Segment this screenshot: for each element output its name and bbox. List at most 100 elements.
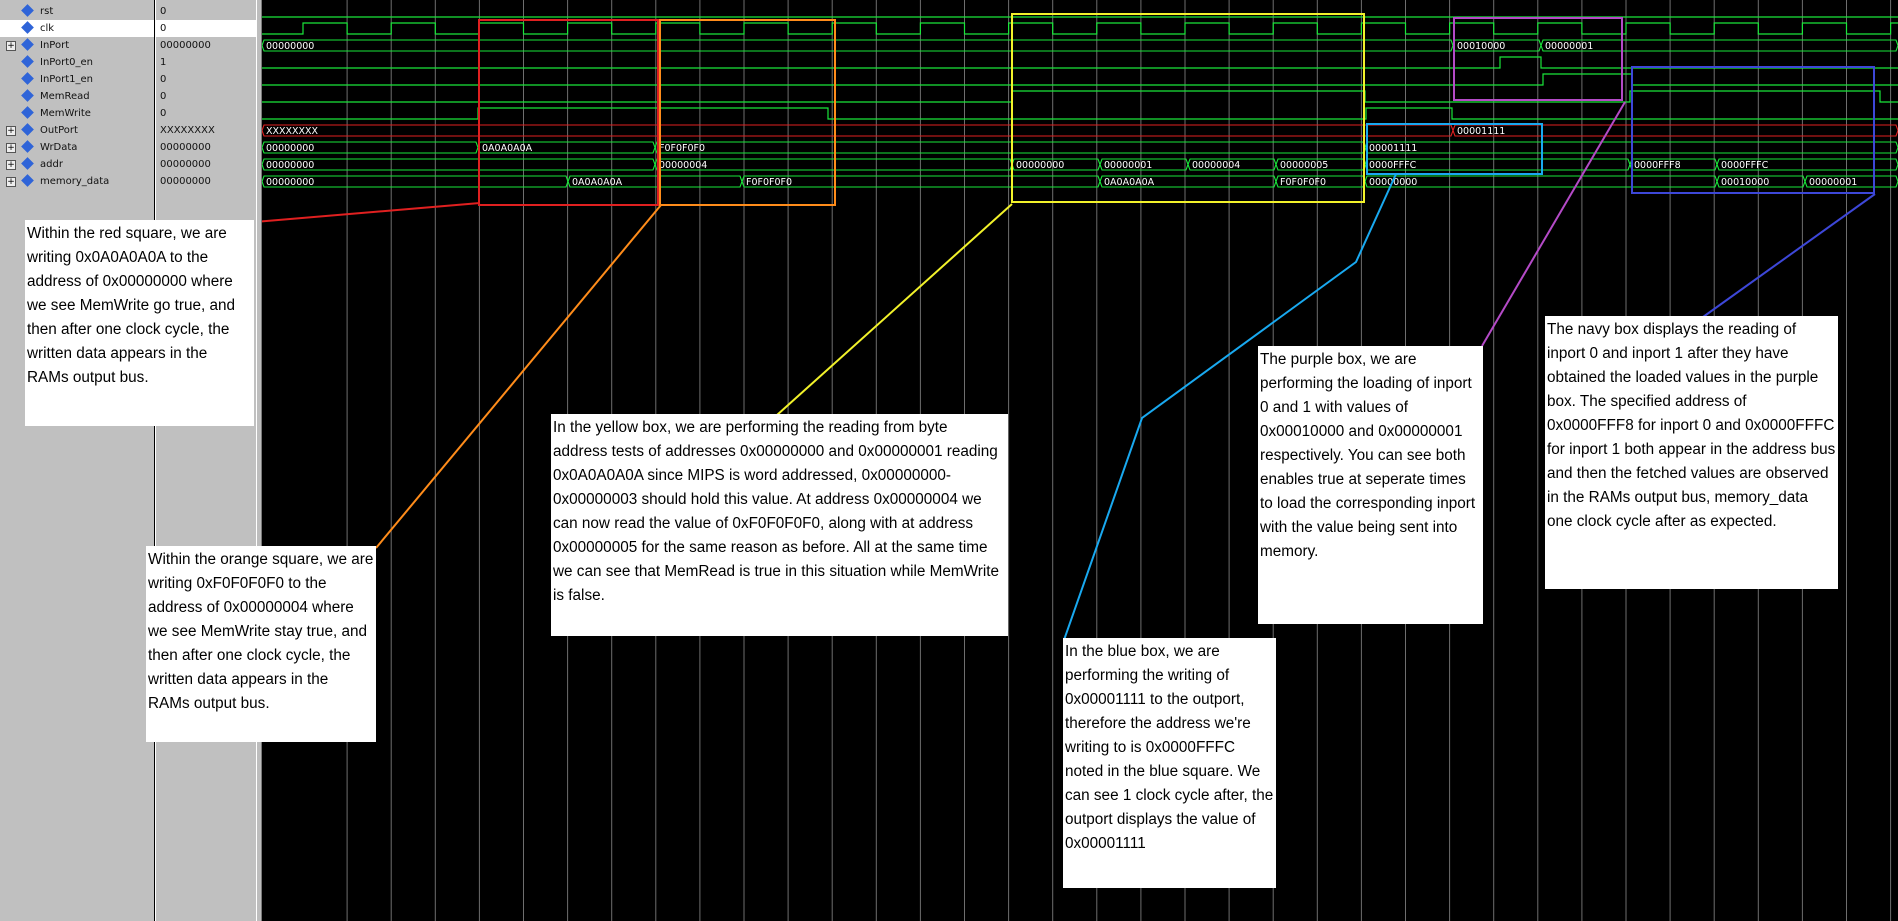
signal-row-InPort0_en[interactable]: InPort0_en — [0, 54, 154, 71]
signal-diamond-icon — [21, 174, 34, 187]
yellow-highlight-box — [1011, 13, 1365, 203]
signal-row-InPort[interactable]: + InPort — [0, 37, 154, 54]
navy-box-note: The navy box displays the reading of inp… — [1545, 316, 1838, 589]
signal-row-WrData[interactable]: + WrData — [0, 139, 154, 156]
bus-value-label: 0A0A0A0A — [572, 177, 623, 188]
blue-box-note: In the blue box, we are performing the w… — [1063, 638, 1276, 888]
bus-value-label: F0F0F0F0 — [1280, 177, 1326, 188]
signal-value-row[interactable]: 00000000 — [156, 156, 257, 173]
bus-value-label: 0000FFF8 — [1634, 160, 1681, 171]
signal-diamond-icon — [21, 123, 34, 136]
bus-segment — [654, 158, 1013, 171]
signal-value-row[interactable]: 0 — [156, 20, 257, 37]
signal-diamond-icon — [21, 140, 34, 153]
bus-value-label: 00000005 — [1280, 160, 1328, 171]
bus-value-label: 00000004 — [1192, 160, 1240, 171]
signal-trace — [262, 107, 1898, 120]
signal-value-row[interactable]: XXXXXXXX — [156, 122, 257, 139]
signal-name: addr — [40, 159, 63, 170]
signal-name: MemRead — [40, 91, 90, 102]
bus-segment — [262, 39, 1454, 52]
bus-value-label: 0000FFFC — [1721, 160, 1769, 171]
signal-name: InPort0_en — [40, 57, 93, 68]
signal-row-addr[interactable]: + addr — [0, 156, 154, 173]
red-leader-line — [262, 202, 481, 223]
bus-value-label: 00001111 — [1369, 143, 1417, 154]
bus-value-label: 00000000 — [266, 143, 314, 154]
signal-trace — [262, 73, 1898, 86]
signal-value-row[interactable]: 00000000 — [156, 37, 257, 54]
signal-value: 0 — [160, 74, 167, 85]
bus-value-label: 0000FFFC — [1369, 160, 1417, 171]
bus-value-label: 0A0A0A0A — [1104, 177, 1155, 188]
bus-value-label: F0F0F0F0 — [659, 143, 705, 154]
bus-segment — [262, 158, 656, 171]
purple-box-note: The purple box, we are performing the lo… — [1258, 346, 1483, 624]
signal-value-row[interactable]: 00000000 — [156, 173, 257, 190]
signal-row-InPort1_en[interactable]: InPort1_en — [0, 71, 154, 88]
signal-value: 0 — [160, 23, 167, 34]
yellow-leader-line — [776, 203, 1013, 416]
signal-value: 00000000 — [160, 142, 211, 153]
signal-value: 00000000 — [160, 176, 211, 187]
bus-value-label: F0F0F0F0 — [746, 177, 792, 188]
signal-value: 1 — [160, 57, 167, 68]
bus-value-label: 00001111 — [1457, 126, 1505, 137]
signal-row-clk[interactable]: clk — [0, 20, 154, 37]
bus-value-label: 0A0A0A0A — [482, 143, 533, 154]
signal-value: 00000000 — [160, 159, 211, 170]
signal-value-panel: 0 0 00000000 1 0 0 0 XXXXXXXX 00000000 00000000 00… — [155, 0, 257, 921]
expand-icon[interactable]: + — [6, 143, 16, 153]
signal-value: 00000000 — [160, 40, 211, 51]
signal-name: memory_data — [40, 176, 110, 187]
signal-diamond-icon — [21, 38, 34, 51]
signal-row-memory_data[interactable]: + memory_data — [0, 173, 154, 190]
signal-diamond-icon — [21, 106, 34, 119]
signal-row-MemWrite[interactable]: MemWrite — [0, 105, 154, 122]
signal-row-rst[interactable]: rst — [0, 3, 154, 20]
bus-value-label: 00010000 — [1457, 41, 1505, 52]
signal-diamond-icon — [21, 157, 34, 170]
signal-trace — [262, 90, 1898, 103]
bus-segment — [1452, 124, 1898, 137]
signal-value-row[interactable]: 0 — [156, 88, 257, 105]
bus-value-label: 00000001 — [1809, 177, 1857, 188]
signal-value-row[interactable]: 00000000 — [156, 139, 257, 156]
bus-value-label: 00000001 — [1545, 41, 1593, 52]
expand-icon[interactable]: + — [6, 160, 16, 170]
signal-diamond-icon — [21, 72, 34, 85]
bus-value-label: XXXXXXXX — [266, 126, 319, 137]
bus-segment — [1364, 175, 1718, 188]
signal-name: InPort1_en — [40, 74, 93, 85]
signal-value-row[interactable]: 0 — [156, 71, 257, 88]
bus-segment — [741, 175, 1101, 188]
bus-segment — [262, 124, 1454, 137]
signal-value: 0 — [160, 6, 167, 17]
signal-name: OutPort — [40, 125, 78, 136]
yellow-box-note: In the yellow box, we are performing the… — [551, 414, 1008, 636]
signal-name: clk — [40, 23, 55, 34]
signal-row-MemRead[interactable]: MemRead — [0, 88, 154, 105]
signal-value: 0 — [160, 108, 167, 119]
bus-value-label: 00000001 — [1104, 160, 1152, 171]
expand-icon[interactable]: + — [6, 41, 16, 51]
signal-row-OutPort[interactable]: + OutPort — [0, 122, 154, 139]
signal-name: InPort — [40, 40, 70, 51]
bus-value-label: 00000004 — [659, 160, 707, 171]
signal-name: MemWrite — [40, 108, 91, 119]
signal-value-row[interactable]: 0 — [156, 3, 257, 20]
bus-value-label: 00000000 — [266, 41, 314, 52]
signal-diamond-icon — [21, 89, 34, 102]
bus-value-label: 00000000 — [266, 160, 314, 171]
bus-value-label: 00000000 — [1016, 160, 1064, 171]
navy-leader-line — [1702, 193, 1876, 318]
signal-value-row[interactable]: 0 — [156, 105, 257, 122]
signal-name: rst — [40, 6, 54, 17]
bus-value-label: 00010000 — [1721, 177, 1769, 188]
bus-value-label: 00000000 — [266, 177, 314, 188]
bus-segment — [1540, 39, 1898, 52]
expand-icon[interactable]: + — [6, 126, 16, 136]
signal-name-panel: rst clk + InPort InPort0_en InPort1_en MemRead… — [0, 0, 154, 921]
expand-icon[interactable]: + — [6, 177, 16, 187]
signal-value-row[interactable]: 1 — [156, 54, 257, 71]
